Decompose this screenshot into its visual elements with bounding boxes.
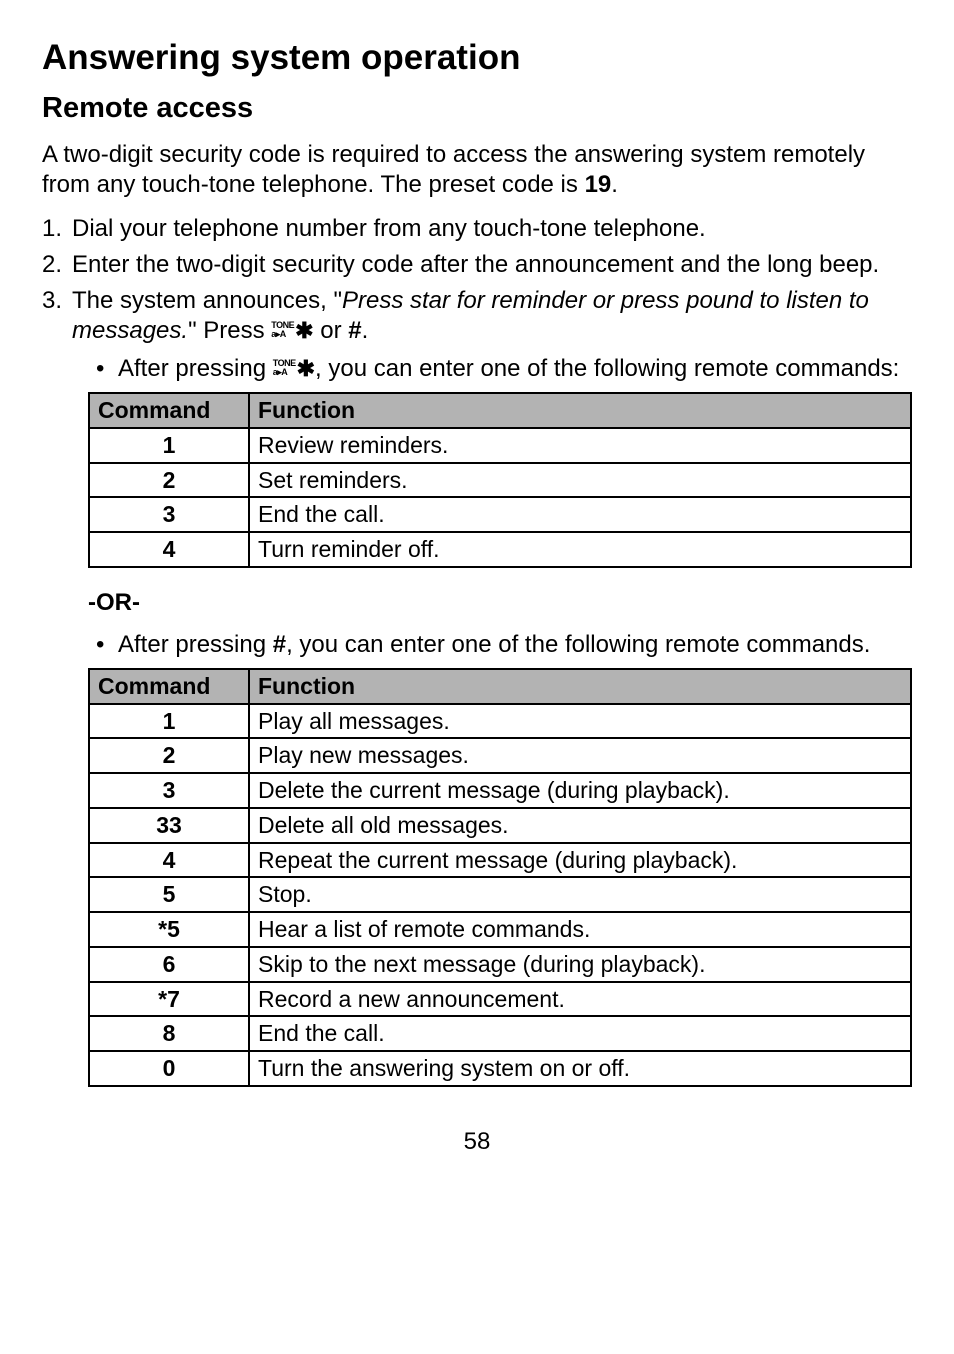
bullet2-pre: After pressing <box>118 631 273 658</box>
table-row: 3Delete the current message (during play… <box>89 773 911 808</box>
preset-code: 19 <box>585 171 612 198</box>
table-row: 0Turn the answering system on or off. <box>89 1051 911 1086</box>
table-row: 8End the call. <box>89 1016 911 1051</box>
step-1-text: Dial your telephone number from any touc… <box>72 215 706 242</box>
intro-paragraph: A two-digit security code is required to… <box>42 140 912 200</box>
fn-cell: Review reminders. <box>249 428 911 463</box>
cmd-cell: 1 <box>89 428 249 463</box>
reminder-commands-table: Command Function 1Review reminders. 2Set… <box>88 392 912 568</box>
table-row: *7Record a new announcement. <box>89 982 911 1017</box>
sub-bullets: After pressing TONEa▸A✱, you can enter o… <box>72 354 912 384</box>
step-3-pre: The system announces, " <box>72 287 342 314</box>
table-row: 5Stop. <box>89 877 911 912</box>
step-2-text: Enter the two-digit security code after … <box>72 251 879 278</box>
cmd-cell: 6 <box>89 947 249 982</box>
step-number: 3. <box>42 286 62 316</box>
page-number: 58 <box>42 1127 912 1157</box>
cmd-cell: 33 <box>89 808 249 843</box>
cmd-cell: 1 <box>89 704 249 739</box>
table-row: 33Delete all old messages. <box>89 808 911 843</box>
or-separator: -OR- <box>88 588 912 618</box>
bullet1-post: , you can enter one of the following rem… <box>315 355 899 382</box>
fn-cell: Delete all old messages. <box>249 808 911 843</box>
intro-text-post: . <box>611 171 618 198</box>
intro-text-pre: A two-digit security code is required to… <box>42 141 865 198</box>
col-command: Command <box>89 393 249 428</box>
fn-cell: Turn the answering system on or off. <box>249 1051 911 1086</box>
cmd-cell: *5 <box>89 912 249 947</box>
col-function: Function <box>249 669 911 704</box>
cmd-cell: 4 <box>89 843 249 878</box>
table-header-row: Command Function <box>89 669 911 704</box>
step-3-end: . <box>362 317 369 344</box>
cmd-cell: 5 <box>89 877 249 912</box>
cmd-cell: 3 <box>89 773 249 808</box>
table-row: *5Hear a list of remote commands. <box>89 912 911 947</box>
tone-star-icon: TONEa▸A✱ <box>273 357 315 379</box>
fn-cell: Delete the current message (during playb… <box>249 773 911 808</box>
fn-cell: Turn reminder off. <box>249 532 911 567</box>
fn-cell: Play new messages. <box>249 738 911 773</box>
table-row: 2Set reminders. <box>89 463 911 498</box>
fn-cell: Play all messages. <box>249 704 911 739</box>
table-row: 2Play new messages. <box>89 738 911 773</box>
bullet-star: After pressing TONEa▸A✱, you can enter o… <box>96 354 912 384</box>
cmd-cell: 2 <box>89 463 249 498</box>
cmd-cell: 2 <box>89 738 249 773</box>
col-command: Command <box>89 669 249 704</box>
section-heading: Remote access <box>42 90 912 126</box>
bullet-pound: After pressing #, you can enter one of t… <box>96 630 912 660</box>
step-3-or: or <box>314 317 349 344</box>
fn-cell: End the call. <box>249 497 911 532</box>
steps-list: 1. Dial your telephone number from any t… <box>42 214 912 384</box>
step-2: 2. Enter the two-digit security code aft… <box>42 250 912 280</box>
step-3: 3. The system announces, "Press star for… <box>42 286 912 384</box>
table-row: 1Play all messages. <box>89 704 911 739</box>
table-row: 3End the call. <box>89 497 911 532</box>
cmd-cell: 0 <box>89 1051 249 1086</box>
table-row: 1Review reminders. <box>89 428 911 463</box>
step-3-mid: " Press <box>188 317 271 344</box>
page-heading: Answering system operation <box>42 36 912 80</box>
fn-cell: End the call. <box>249 1016 911 1051</box>
step-number: 2. <box>42 250 62 280</box>
step-number: 1. <box>42 214 62 244</box>
fn-cell: Record a new announcement. <box>249 982 911 1017</box>
step-1: 1. Dial your telephone number from any t… <box>42 214 912 244</box>
col-function: Function <box>249 393 911 428</box>
sub-bullets-2: After pressing #, you can enter one of t… <box>72 630 912 660</box>
table-header-row: Command Function <box>89 393 911 428</box>
table-row: 6Skip to the next message (during playba… <box>89 947 911 982</box>
fn-cell: Repeat the current message (during playb… <box>249 843 911 878</box>
cmd-cell: 3 <box>89 497 249 532</box>
table-row: 4Repeat the current message (during play… <box>89 843 911 878</box>
cmd-cell: 8 <box>89 1016 249 1051</box>
pound-key: # <box>348 317 361 344</box>
pound-key: # <box>273 631 286 658</box>
bullet2-post: , you can enter one of the following rem… <box>286 631 870 658</box>
fn-cell: Stop. <box>249 877 911 912</box>
fn-cell: Skip to the next message (during playbac… <box>249 947 911 982</box>
cmd-cell: *7 <box>89 982 249 1017</box>
table-row: 4Turn reminder off. <box>89 532 911 567</box>
tone-star-icon: TONEa▸A✱ <box>271 319 313 341</box>
bullet1-pre: After pressing <box>118 355 273 382</box>
message-commands-table: Command Function 1Play all messages. 2Pl… <box>88 668 912 1087</box>
fn-cell: Set reminders. <box>249 463 911 498</box>
fn-cell: Hear a list of remote commands. <box>249 912 911 947</box>
cmd-cell: 4 <box>89 532 249 567</box>
